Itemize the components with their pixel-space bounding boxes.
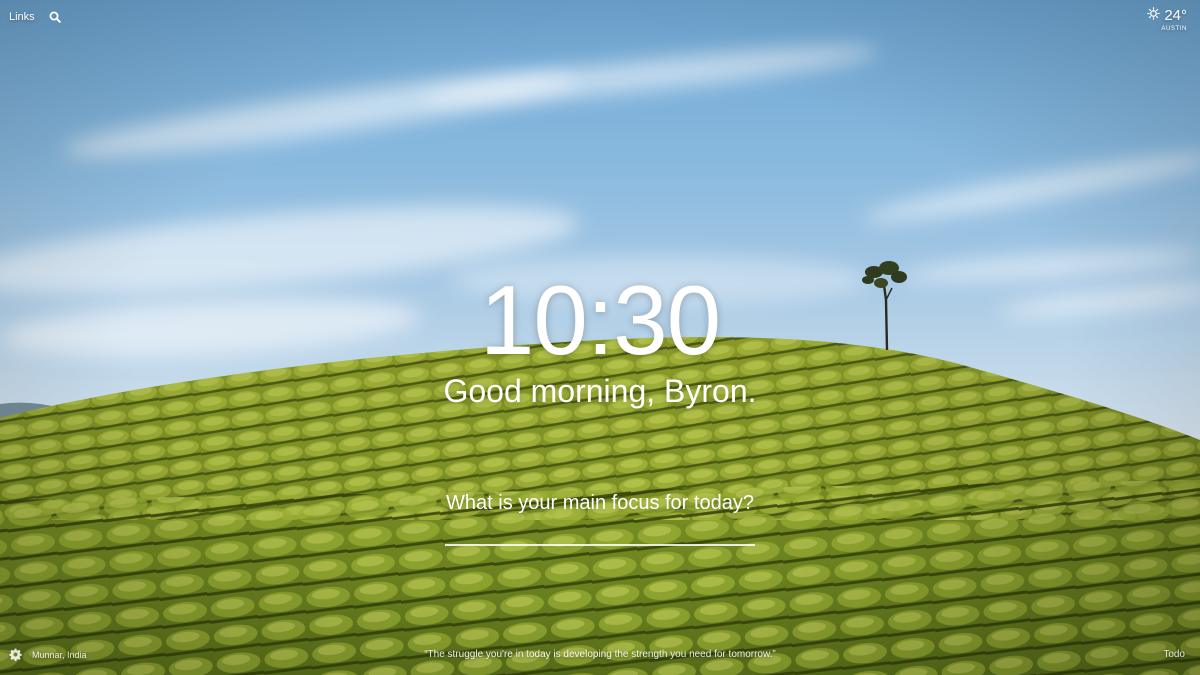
weather-widget[interactable]: 24° AUSTIN (1147, 7, 1187, 32)
search-icon[interactable] (49, 11, 61, 23)
greeting: Good morning, Byron. (443, 373, 757, 409)
weather-location: AUSTIN (1161, 26, 1187, 32)
temperature: 24° (1164, 7, 1187, 24)
sun-icon (1147, 7, 1161, 25)
top-left-controls: Links (9, 11, 61, 23)
weather-row: 24° (1147, 7, 1187, 25)
links-button[interactable]: Links (9, 11, 35, 23)
todo-button[interactable]: Todo (1163, 649, 1185, 660)
clock: 10:30 (479, 265, 721, 375)
focus-input[interactable] (445, 518, 755, 546)
quote[interactable]: “The struggle you're in today is develop… (0, 649, 1200, 660)
focus-question: What is your main focus for today? (446, 492, 754, 514)
